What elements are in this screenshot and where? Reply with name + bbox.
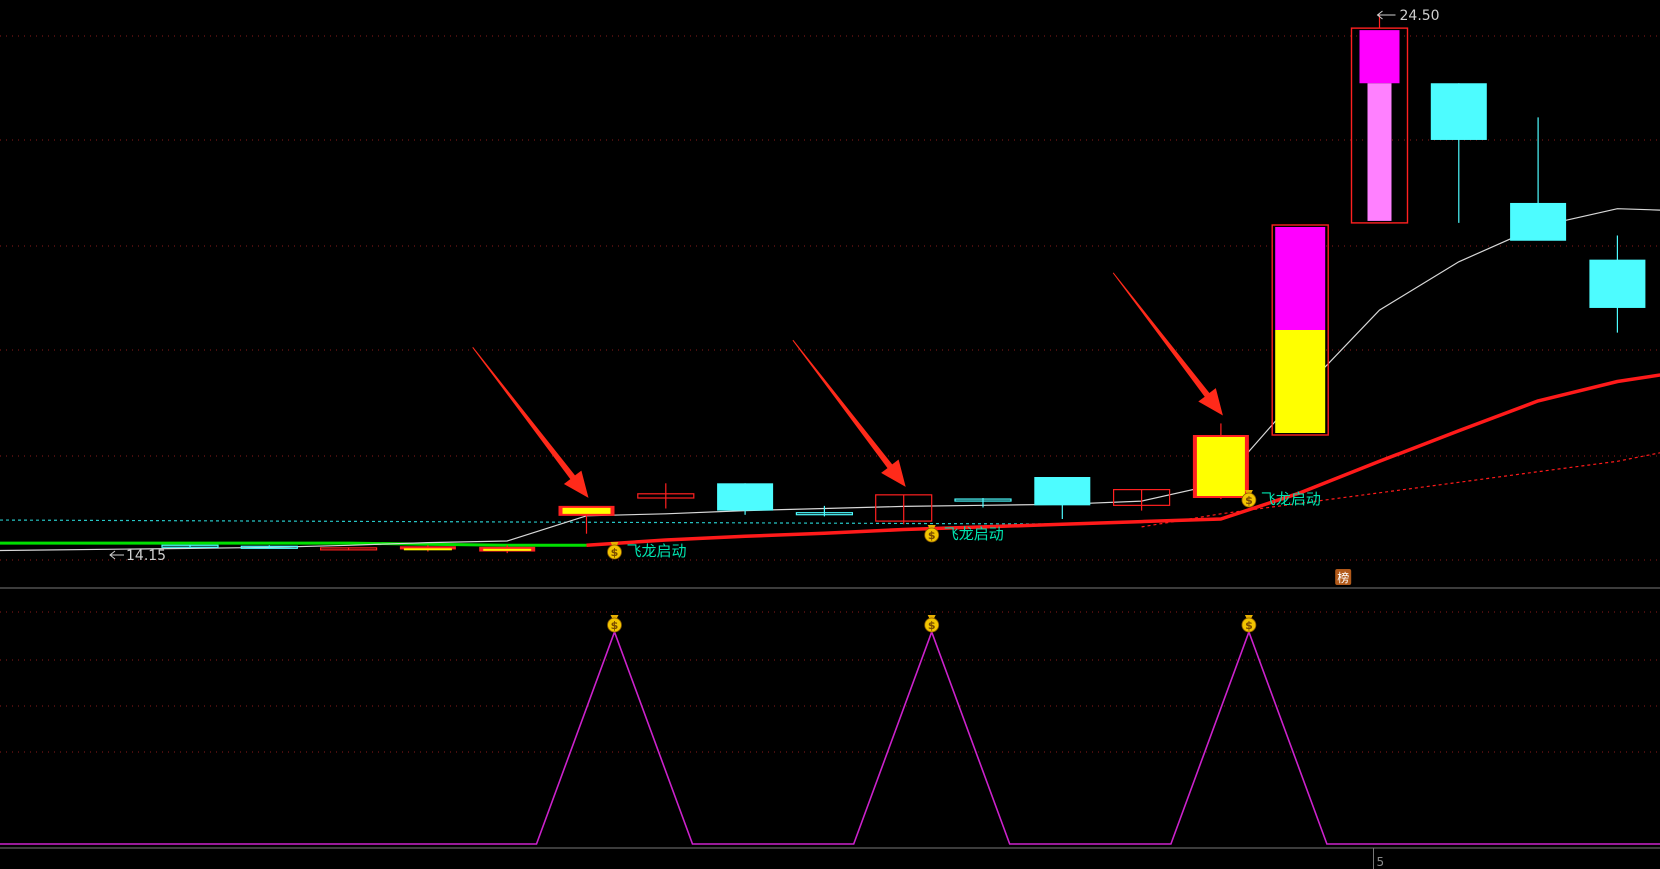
moving-averages-over — [586, 373, 1660, 548]
money-bag-sign: $ — [611, 546, 619, 559]
candle — [558, 505, 615, 534]
candle — [320, 547, 378, 551]
money-bag-sign: $ — [928, 619, 936, 632]
candle — [240, 545, 298, 549]
candle-body — [1196, 437, 1245, 496]
candle-body — [562, 507, 611, 514]
candle — [717, 483, 774, 515]
candlesticks — [161, 15, 1646, 554]
candle — [875, 494, 933, 525]
candle-body — [403, 548, 452, 551]
candle-body-upper — [1275, 227, 1326, 330]
candle — [1112, 489, 1171, 511]
signal-arrow — [1112, 272, 1223, 416]
candle-body — [1510, 202, 1567, 241]
signal-marker: $ 飞龙启动 — [1241, 490, 1321, 508]
candle — [1430, 83, 1487, 223]
candle — [1192, 423, 1249, 500]
signal-arrows — [472, 272, 1223, 498]
candle-body-upper — [1359, 30, 1400, 84]
arrow-shape — [472, 347, 589, 498]
stock-chart: $ 飞龙启动 $ 飞龙启动 $ 飞龙启动 24.50 14.15 榜 $ $ $ 5 — [0, 8, 1660, 869]
x-axis-marker: 5 — [1377, 855, 1385, 869]
candle-body — [1034, 477, 1091, 506]
grid-lines — [0, 35, 1660, 849]
signal-label: 飞龙启动 — [1261, 490, 1321, 508]
signal-arrow — [472, 347, 589, 498]
candle — [637, 483, 695, 509]
money-bag-sign: $ — [1245, 619, 1253, 632]
candle-body — [483, 548, 532, 551]
money-bag-sign: $ — [928, 529, 936, 542]
candle-body-lower — [1275, 330, 1326, 433]
candle — [1510, 117, 1567, 241]
signal-label: 飞龙启动 — [627, 542, 687, 560]
arrow-shape — [1112, 272, 1223, 416]
candle — [161, 544, 219, 548]
candle-body-lower — [1367, 83, 1392, 221]
indicator-line — [0, 629, 1660, 845]
indicator-peak-money-bag-icon: $ — [924, 615, 940, 633]
candle-body — [717, 483, 774, 511]
ma-white — [0, 208, 1660, 552]
candle — [1271, 224, 1329, 436]
indicator-axis: 5 — [1373, 848, 1385, 869]
rank-badge: 榜 — [1337, 570, 1349, 585]
candle — [1589, 235, 1646, 333]
chart-stage: $ 飞龙启动 $ 飞龙启动 $ 飞龙启动 24.50 14.15 榜 $ $ $ 5 — [0, 0, 1660, 869]
indicator-peak-money-bag-icon: $ — [1241, 615, 1257, 633]
price-labels: 24.50 14.15 榜 — [109, 8, 1440, 585]
indicator-panel: $ $ $ — [0, 615, 1660, 845]
arrow-shape — [792, 339, 906, 487]
signal-label: 飞龙启动 — [944, 525, 1004, 543]
candle-body — [1589, 259, 1646, 308]
money-bag-sign: $ — [1245, 494, 1253, 507]
ma-red — [586, 373, 1660, 548]
low-price-label: 14.15 — [126, 548, 166, 564]
candle — [1034, 477, 1091, 519]
candle — [1350, 15, 1409, 224]
candle-body — [1430, 83, 1487, 140]
signal-arrow — [792, 339, 906, 487]
money-bag-sign: $ — [611, 619, 619, 632]
candle — [399, 545, 456, 552]
ma-green — [0, 541, 587, 547]
indicator-peak-money-bag-icon: $ — [607, 615, 622, 633]
moving-averages-under — [0, 208, 1660, 552]
high-price-label: 24.50 — [1400, 8, 1440, 24]
